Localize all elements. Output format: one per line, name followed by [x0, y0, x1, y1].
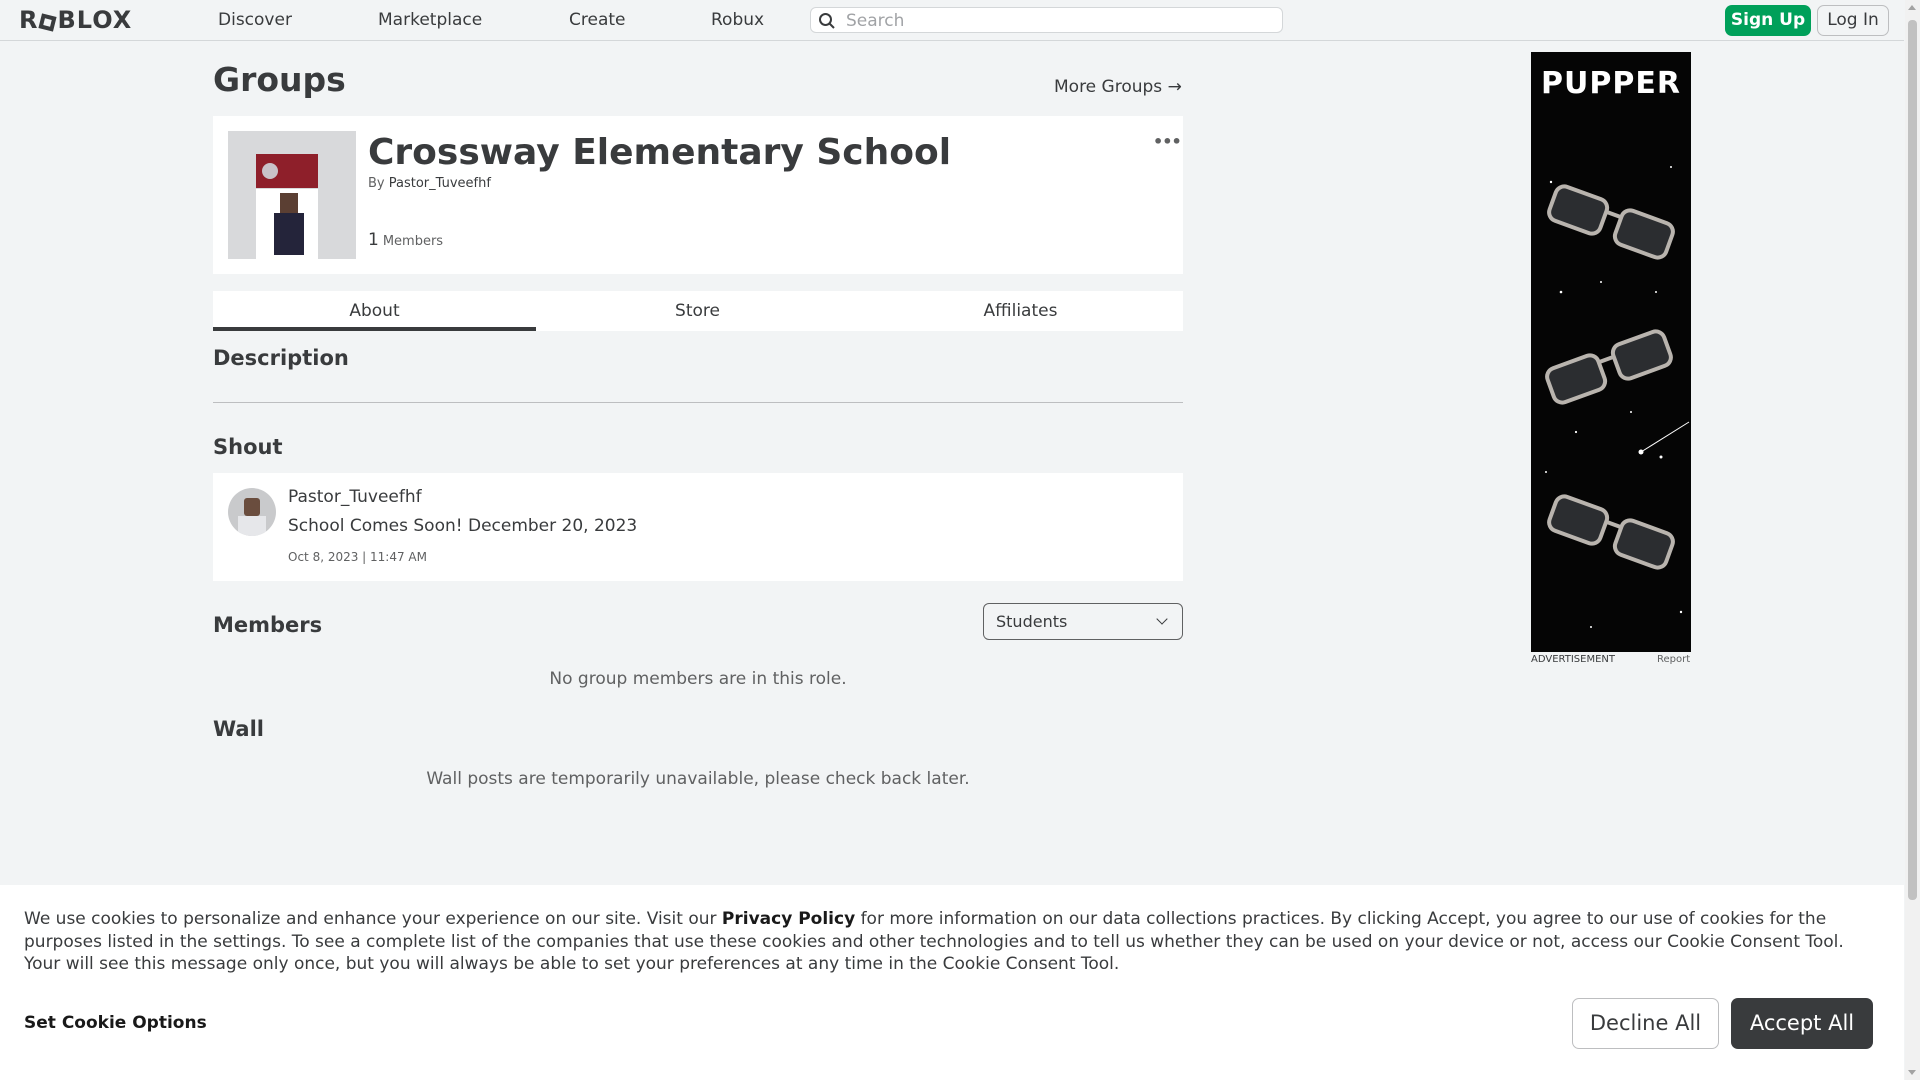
group-emblem-image — [228, 131, 356, 259]
shout-author-avatar[interactable] — [228, 488, 276, 536]
shout-card: Pastor_Tuveefhf School Comes Soon! Decem… — [213, 473, 1183, 581]
search-icon — [819, 13, 835, 29]
shout-author-link[interactable]: Pastor_Tuveefhf — [288, 487, 422, 507]
accept-all-button[interactable]: Accept All — [1731, 998, 1873, 1049]
tab-affiliates[interactable]: Affiliates — [859, 291, 1182, 331]
tab-store[interactable]: Store — [536, 291, 859, 331]
shout-timestamp: Oct 8, 2023 | 11:47 AM — [288, 550, 427, 564]
search-box — [810, 7, 1283, 33]
group-tabs: About Store Affiliates — [213, 291, 1183, 331]
role-selected-value: Students — [996, 612, 1068, 631]
sunglasses-image — [1545, 166, 1690, 628]
group-name: Crossway Elementary School — [368, 132, 952, 173]
member-count-label: Members — [382, 234, 444, 249]
member-count-value: 1 — [368, 230, 379, 250]
top-navigation-bar: R BLOX Discover Marketplace Create Robux … — [0, 0, 1904, 41]
members-heading: Members — [213, 613, 323, 637]
cookie-text-before: We use cookies to personalize and enhanc… — [24, 909, 722, 929]
description-heading: Description — [213, 346, 349, 370]
group-header-card: Crossway Elementary School By Pastor_Tuv… — [213, 116, 1183, 274]
page-title: Groups — [213, 60, 346, 99]
tab-about[interactable]: About — [213, 291, 536, 331]
emblem-avatar-body — [274, 213, 304, 255]
members-empty-message: No group members are in this role. — [549, 669, 847, 689]
shout-text: School Comes Soon! December 20, 2023 — [288, 516, 638, 536]
shout-heading: Shout — [213, 435, 283, 459]
page-scrollbar[interactable] — [1905, 0, 1920, 1080]
advertisement-banner[interactable]: PUPPER — [1531, 52, 1691, 652]
log-in-button[interactable]: Log In — [1817, 5, 1889, 36]
chevron-down-icon — [1156, 613, 1168, 625]
avatar-shirt — [238, 516, 266, 536]
cookie-consent-banner: We use cookies to personalize and enhanc… — [0, 885, 1904, 1080]
cookie-message: We use cookies to personalize and enhanc… — [24, 908, 1884, 976]
more-options-icon[interactable]: ••• — [1153, 132, 1182, 151]
by-prefix: By — [368, 176, 385, 191]
avatar-face — [244, 498, 260, 516]
sign-up-button[interactable]: Sign Up — [1725, 5, 1811, 36]
scroll-up-arrow-icon[interactable] — [1908, 5, 1916, 10]
privacy-policy-link[interactable]: Privacy Policy — [722, 909, 855, 929]
emblem-avatar-head — [280, 193, 298, 213]
group-member-count: 1 Members — [368, 230, 443, 250]
ad-report-link[interactable]: Report — [1657, 654, 1690, 665]
wall-unavailable-message: Wall posts are temporarily unavailable, … — [426, 769, 970, 789]
emblem-banner — [256, 154, 318, 188]
nav-create[interactable]: Create — [569, 10, 626, 30]
description-divider — [213, 402, 1183, 403]
scrollbar-thumb[interactable] — [1908, 20, 1917, 900]
scroll-down-arrow-icon[interactable] — [1908, 1070, 1916, 1075]
group-owner-line: By Pastor_Tuveefhf — [368, 176, 491, 191]
roblox-logo[interactable]: R BLOX — [19, 6, 132, 34]
nav-marketplace[interactable]: Marketplace — [378, 10, 482, 30]
decline-all-button[interactable]: Decline All — [1572, 998, 1719, 1049]
role-dropdown[interactable]: Students — [983, 603, 1183, 640]
search-input[interactable] — [844, 10, 1268, 32]
more-groups-link[interactable]: More Groups → — [1054, 77, 1182, 97]
group-owner-link[interactable]: Pastor_Tuveefhf — [389, 176, 491, 191]
wall-heading: Wall — [213, 717, 264, 741]
advertisement-label: ADVERTISEMENT — [1531, 654, 1616, 665]
nav-discover[interactable]: Discover — [218, 10, 292, 30]
set-cookie-options-link[interactable]: Set Cookie Options — [24, 1013, 207, 1033]
nav-robux[interactable]: Robux — [711, 10, 764, 30]
